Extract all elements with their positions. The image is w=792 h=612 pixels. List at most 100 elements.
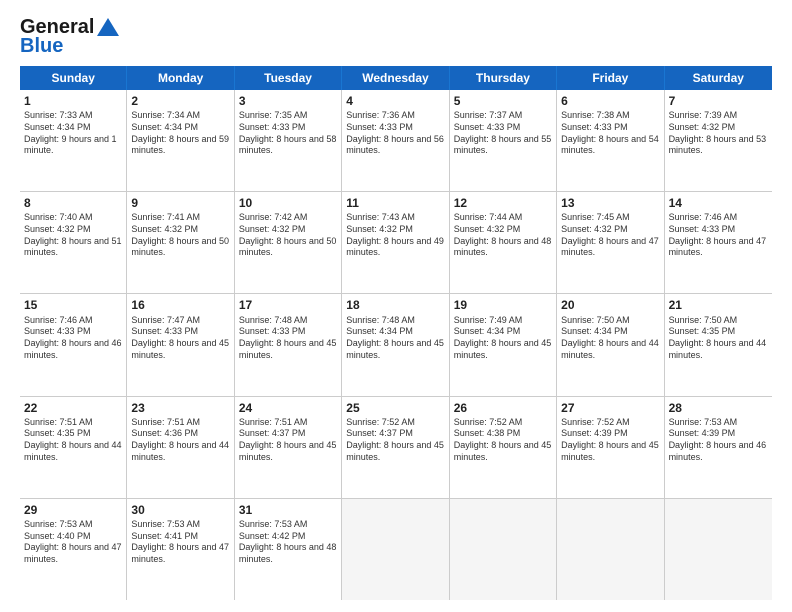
logo-triangle-icon — [97, 16, 119, 38]
calendar-day-empty — [450, 499, 557, 600]
calendar-day-empty — [557, 499, 664, 600]
day-number: 27 — [561, 400, 659, 416]
day-number: 18 — [346, 297, 444, 313]
day-number: 31 — [239, 502, 337, 518]
calendar-day-7: 7Sunrise: 7:39 AM Sunset: 4:32 PM Daylig… — [665, 90, 772, 191]
header: General Blue — [20, 16, 772, 58]
day-info: Sunrise: 7:52 AM Sunset: 4:39 PM Dayligh… — [561, 417, 659, 464]
day-number: 21 — [669, 297, 768, 313]
calendar-body: 1Sunrise: 7:33 AM Sunset: 4:34 PM Daylig… — [20, 90, 772, 600]
calendar-week-3: 15 Sunrise: 7:46 AM Sunset: 4:33 PM Dayli… — [20, 294, 772, 396]
calendar-week-2: 8Sunrise: 7:40 AM Sunset: 4:32 PM Daylig… — [20, 192, 772, 294]
day-number: 24 — [239, 400, 337, 416]
day-info: Sunrise: 7:53 AM Sunset: 4:42 PM Dayligh… — [239, 519, 337, 566]
day-number: 7 — [669, 93, 768, 109]
weekday-header-thursday: Thursday — [450, 66, 557, 90]
day-info: Sunrise: 7:41 AM Sunset: 4:32 PM Dayligh… — [131, 212, 229, 259]
calendar-day-30: 30Sunrise: 7:53 AM Sunset: 4:41 PM Dayli… — [127, 499, 234, 600]
day-number: 6 — [561, 93, 659, 109]
weekday-header-friday: Friday — [557, 66, 664, 90]
calendar-day-31: 31Sunrise: 7:53 AM Sunset: 4:42 PM Dayli… — [235, 499, 342, 600]
calendar-day-23: 23Sunrise: 7:51 AM Sunset: 4:36 PM Dayli… — [127, 397, 234, 498]
day-info: Sunrise: 7:42 AM Sunset: 4:32 PM Dayligh… — [239, 212, 337, 259]
calendar-day-21: 21 Sunrise: 7:50 AM Sunset: 4:35 PM Dayli… — [665, 294, 772, 395]
day-info: Sunrise: 7:51 AM Sunset: 4:37 PM Dayligh… — [239, 417, 337, 464]
day-info: Sunrise: 7:34 AM Sunset: 4:34 PM Dayligh… — [131, 110, 229, 157]
day-info: Sunrise: 7:52 AM Sunset: 4:38 PM Dayligh… — [454, 417, 552, 464]
calendar-day-empty — [342, 499, 449, 600]
day-number: 17 — [239, 297, 337, 313]
day-number: 2 — [131, 93, 229, 109]
calendar-day-1: 1Sunrise: 7:33 AM Sunset: 4:34 PM Daylig… — [20, 90, 127, 191]
day-number: 23 — [131, 400, 229, 416]
day-info: Sunrise: 7:45 AM Sunset: 4:32 PM Dayligh… — [561, 212, 659, 259]
calendar-day-17: 17 Sunrise: 7:48 AM Sunset: 4:33 PM Dayli… — [235, 294, 342, 395]
calendar-day-19: 19Sunrise: 7:49 AM Sunset: 4:34 PM Dayli… — [450, 294, 557, 395]
calendar-day-10: 10Sunrise: 7:42 AM Sunset: 4:32 PM Dayli… — [235, 192, 342, 293]
day-info: Sunrise: 7:50 AM Sunset: 4:34 PM Dayligh… — [561, 315, 659, 362]
day-info: Sunrise: 7:36 AM Sunset: 4:33 PM Dayligh… — [346, 110, 444, 157]
day-info: Sunrise: 7:52 AM Sunset: 4:37 PM Dayligh… — [346, 417, 444, 464]
logo: General Blue — [20, 16, 119, 58]
day-info: Sunrise: 7:47 AM Sunset: 4:33 PM Dayligh… — [131, 315, 229, 362]
calendar-day-8: 8Sunrise: 7:40 AM Sunset: 4:32 PM Daylig… — [20, 192, 127, 293]
weekday-header-saturday: Saturday — [665, 66, 772, 90]
day-number: 3 — [239, 93, 337, 109]
day-number: 25 — [346, 400, 444, 416]
calendar-day-29: 29Sunrise: 7:53 AM Sunset: 4:40 PM Dayli… — [20, 499, 127, 600]
logo-blue-text: Blue — [20, 35, 63, 58]
day-info: Sunrise: 7:43 AM Sunset: 4:32 PM Dayligh… — [346, 212, 444, 259]
day-number: 26 — [454, 400, 552, 416]
calendar-day-5: 5Sunrise: 7:37 AM Sunset: 4:33 PM Daylig… — [450, 90, 557, 191]
calendar-day-26: 26Sunrise: 7:52 AM Sunset: 4:38 PM Dayli… — [450, 397, 557, 498]
day-number: 28 — [669, 400, 768, 416]
calendar-day-14: 14Sunrise: 7:46 AM Sunset: 4:33 PM Dayli… — [665, 192, 772, 293]
calendar-day-18: 18Sunrise: 7:48 AM Sunset: 4:34 PM Dayli… — [342, 294, 449, 395]
day-number: 12 — [454, 195, 552, 211]
day-number: 1 — [24, 93, 122, 109]
calendar-day-22: 22Sunrise: 7:51 AM Sunset: 4:35 PM Dayli… — [20, 397, 127, 498]
day-number: 9 — [131, 195, 229, 211]
day-number: 16 — [131, 297, 229, 313]
calendar-day-3: 3Sunrise: 7:35 AM Sunset: 4:33 PM Daylig… — [235, 90, 342, 191]
calendar-day-20: 20 Sunrise: 7:50 AM Sunset: 4:34 PM Dayli… — [557, 294, 664, 395]
day-info: Sunrise: 7:53 AM Sunset: 4:40 PM Dayligh… — [24, 519, 122, 566]
calendar-week-4: 22Sunrise: 7:51 AM Sunset: 4:35 PM Dayli… — [20, 397, 772, 499]
day-number: 30 — [131, 502, 229, 518]
day-number: 4 — [346, 93, 444, 109]
day-info: Sunrise: 7:33 AM Sunset: 4:34 PM Dayligh… — [24, 110, 122, 157]
day-info: Sunrise: 7:50 AM Sunset: 4:35 PM Dayligh… — [669, 315, 768, 362]
weekday-header-wednesday: Wednesday — [342, 66, 449, 90]
day-info: Sunrise: 7:39 AM Sunset: 4:32 PM Dayligh… — [669, 110, 768, 157]
weekday-header-monday: Monday — [127, 66, 234, 90]
calendar-day-12: 12Sunrise: 7:44 AM Sunset: 4:32 PM Dayli… — [450, 192, 557, 293]
day-number: 10 — [239, 195, 337, 211]
day-info: Sunrise: 7:37 AM Sunset: 4:33 PM Dayligh… — [454, 110, 552, 157]
calendar-header-row: SundayMondayTuesdayWednesdayThursdayFrid… — [20, 66, 772, 90]
day-info: Sunrise: 7:49 AM Sunset: 4:34 PM Dayligh… — [454, 315, 552, 362]
calendar-day-28: 28Sunrise: 7:53 AM Sunset: 4:39 PM Dayli… — [665, 397, 772, 498]
day-info: Sunrise: 7:53 AM Sunset: 4:41 PM Dayligh… — [131, 519, 229, 566]
calendar-day-6: 6Sunrise: 7:38 AM Sunset: 4:33 PM Daylig… — [557, 90, 664, 191]
day-info: Sunrise: 7:40 AM Sunset: 4:32 PM Dayligh… — [24, 212, 122, 259]
day-number: 11 — [346, 195, 444, 211]
day-info: Sunrise: 7:51 AM Sunset: 4:35 PM Dayligh… — [24, 417, 122, 464]
day-number: 29 — [24, 502, 122, 518]
day-number: 13 — [561, 195, 659, 211]
day-info: Sunrise: 7:48 AM Sunset: 4:33 PM Dayligh… — [239, 315, 337, 362]
weekday-header-sunday: Sunday — [20, 66, 127, 90]
day-info: Sunrise: 7:46 AM Sunset: 4:33 PM Dayligh… — [24, 315, 122, 362]
calendar-day-11: 11Sunrise: 7:43 AM Sunset: 4:32 PM Dayli… — [342, 192, 449, 293]
calendar-day-9: 9Sunrise: 7:41 AM Sunset: 4:32 PM Daylig… — [127, 192, 234, 293]
day-info: Sunrise: 7:51 AM Sunset: 4:36 PM Dayligh… — [131, 417, 229, 464]
day-info: Sunrise: 7:53 AM Sunset: 4:39 PM Dayligh… — [669, 417, 768, 464]
calendar: SundayMondayTuesdayWednesdayThursdayFrid… — [20, 66, 772, 600]
day-info: Sunrise: 7:35 AM Sunset: 4:33 PM Dayligh… — [239, 110, 337, 157]
day-number: 20 — [561, 297, 659, 313]
calendar-week-5: 29Sunrise: 7:53 AM Sunset: 4:40 PM Dayli… — [20, 499, 772, 600]
day-number: 14 — [669, 195, 768, 211]
day-number: 5 — [454, 93, 552, 109]
calendar-day-16: 16 Sunrise: 7:47 AM Sunset: 4:33 PM Dayli… — [127, 294, 234, 395]
day-number: 15 — [24, 297, 122, 313]
day-number: 8 — [24, 195, 122, 211]
